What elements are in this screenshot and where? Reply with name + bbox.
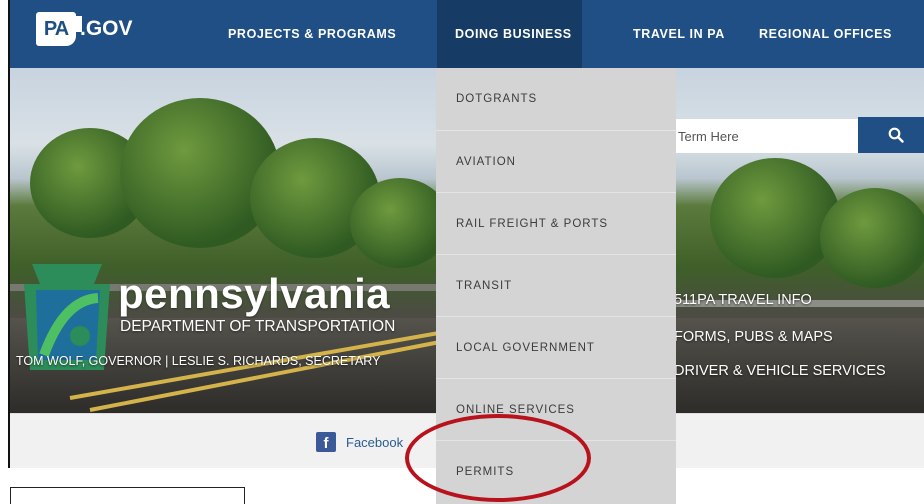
menu-item-rail-freight-ports[interactable]: RAIL FREIGHT & PORTS (436, 192, 676, 254)
pa-keystone-logo-mark: PA (36, 12, 82, 46)
governor-secretary-line: TOM WOLF, GOVERNOR | LESLIE S. RICHARDS,… (16, 354, 381, 368)
quick-link-forms-pubs-maps[interactable]: FORMS, PUBS & MAPS (674, 329, 833, 345)
search-button[interactable] (858, 117, 924, 153)
pennsylvania-wordmark: pennsylvania (118, 270, 391, 317)
nav-projects-programs[interactable]: PROJECTS & PROGRAMS (228, 0, 396, 68)
menu-item-permits[interactable]: PERMITS (436, 440, 676, 502)
facebook-icon: f (316, 432, 336, 452)
nav-doing-business[interactable]: DOING BUSINESS (437, 0, 582, 68)
search-icon (888, 127, 904, 143)
hero-tree (350, 178, 450, 268)
hero-tree (710, 158, 840, 278)
menu-item-local-government[interactable]: LOCAL GOVERNMENT (436, 316, 676, 378)
bottom-outline-box (10, 487, 245, 504)
search-input[interactable] (670, 119, 870, 153)
menu-item-aviation[interactable]: AVIATION (436, 130, 676, 192)
menu-item-online-services[interactable]: ONLINE SERVICES (436, 378, 676, 440)
menu-item-dotgrants[interactable]: DOTGRANTS (436, 68, 676, 130)
top-navigation-bar: PA .GOV PROJECTS & PROGRAMS DOING BUSINE… (10, 0, 924, 68)
nav-travel-in-pa[interactable]: TRAVEL IN PA (633, 0, 725, 68)
nav-regional-offices[interactable]: REGIONAL OFFICES (759, 0, 892, 68)
doing-business-dropdown-menu: DOTGRANTS AVIATION RAIL FREIGHT & PORTS … (436, 68, 676, 504)
facebook-link[interactable]: f Facebook (316, 432, 403, 452)
quick-link-driver-vehicle-services[interactable]: DRIVER & VEHICLE SERVICES (674, 363, 886, 379)
pa-gov-logo[interactable]: PA .GOV (36, 12, 133, 46)
logo-text: .GOV (80, 17, 133, 40)
quick-link-511pa-travel-info[interactable]: 511PA TRAVEL INFO (674, 292, 812, 308)
department-name: DEPARTMENT OF TRANSPORTATION (120, 318, 396, 335)
page-frame-border (0, 0, 10, 468)
hero-tree (820, 188, 924, 288)
facebook-label: Facebook (346, 434, 404, 450)
menu-item-transit[interactable]: TRANSIT (436, 254, 676, 316)
